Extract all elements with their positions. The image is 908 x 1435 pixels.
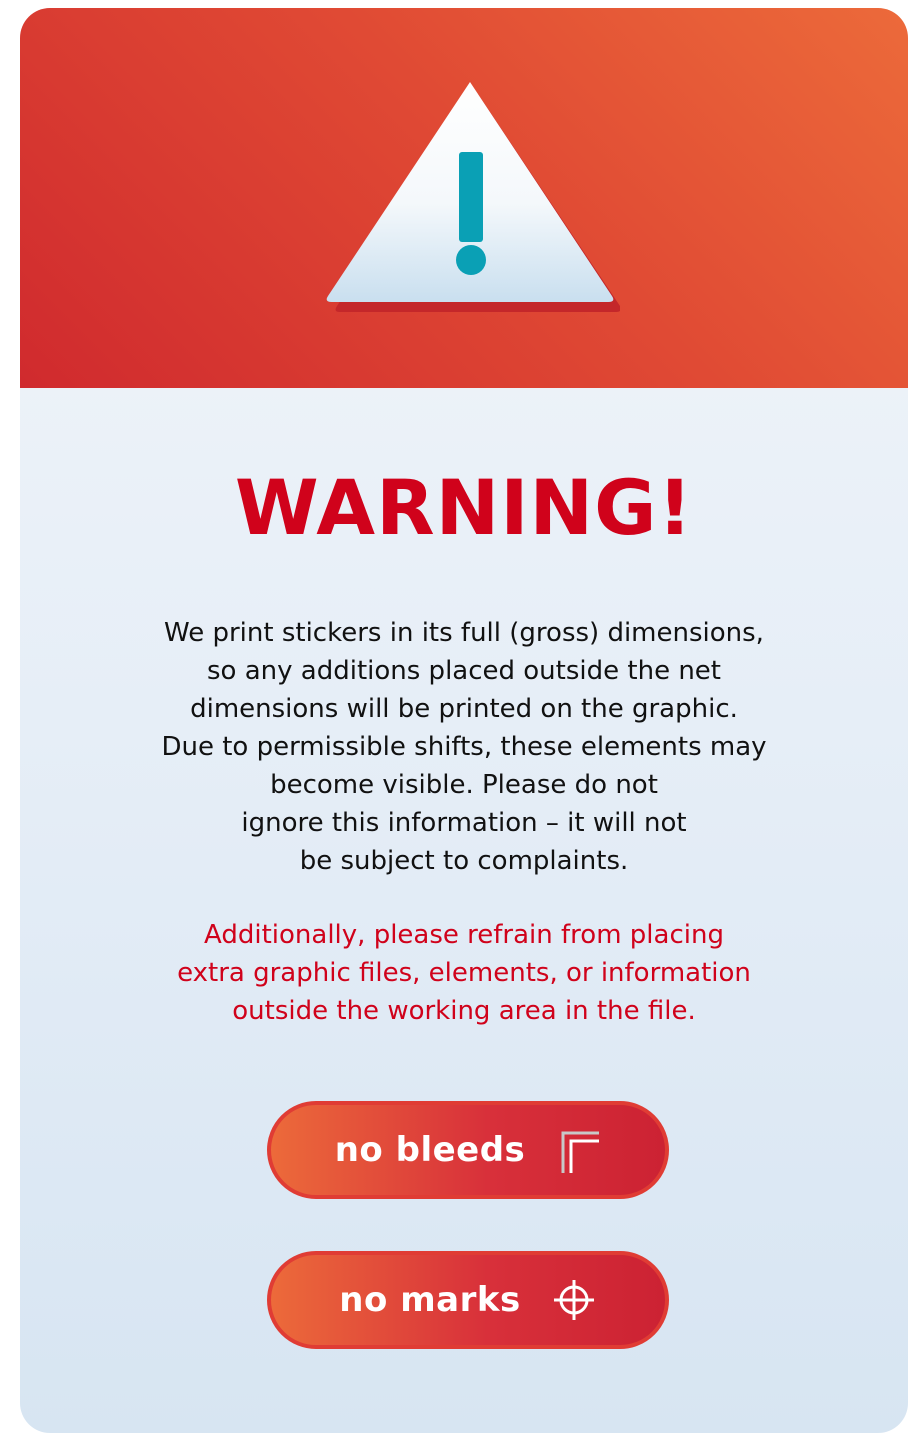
crosshair-icon (553, 1280, 594, 1320)
no-marks-label: no marks (339, 1280, 521, 1320)
warning-triangle-icon (326, 82, 620, 312)
no-marks-button[interactable]: no marks (267, 1251, 669, 1349)
warning-body-text: We print stickers in its full (gross) di… (161, 618, 767, 876)
no-bleeds-label: no bleeds (334, 1130, 526, 1170)
exclamation-bar (459, 152, 483, 242)
warning-note-text: Additionally, please refrain from placin… (177, 920, 751, 1026)
warning-banner (20, 8, 908, 388)
corner-crop-icon (561, 1131, 600, 1173)
exclamation-dot (456, 245, 486, 275)
warning-card: WARNING! We print stickers in its full (… (20, 8, 908, 1433)
warning-title: WARNING! (234, 463, 694, 552)
no-bleeds-button[interactable]: no bleeds (267, 1101, 669, 1199)
